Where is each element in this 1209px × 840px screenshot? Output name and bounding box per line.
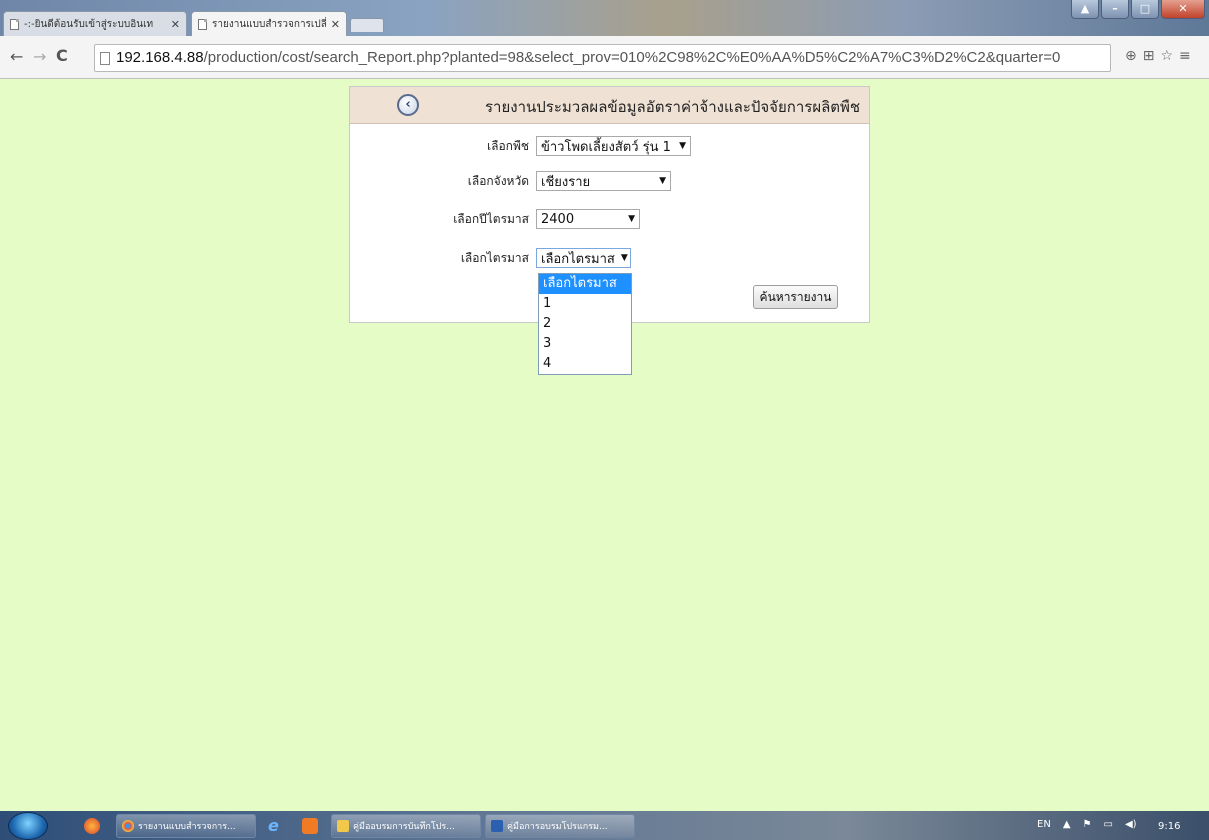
dropdown-arrow-icon: ▼ <box>620 253 628 263</box>
year-select[interactable]: 2400 ▼ <box>536 209 640 229</box>
dropdown-option[interactable]: 4 <box>539 354 631 374</box>
close-icon[interactable]: ✕ <box>331 18 340 31</box>
flag-icon[interactable]: ⚑ <box>1083 819 1092 830</box>
plant-select[interactable]: ข้าวโพดเลี้ยงสัตว์ รุ่น 1 ▼ <box>536 136 691 156</box>
taskbar-item-folder[interactable]: คู่มืออบรมการบันทึกโปร... <box>331 814 481 838</box>
quarter-select[interactable]: เลือกไตรมาส ▼ <box>536 248 631 268</box>
menu-icon[interactable]: ≡ <box>1179 48 1191 64</box>
chrome-icon <box>122 820 134 832</box>
quarter-label: เลือกไตรมาส <box>460 250 529 265</box>
new-tab-button[interactable] <box>350 18 384 32</box>
province-label: เลือกจังหวัด <box>467 173 529 188</box>
address-url[interactable]: 192.168.4.88/production/cost/search_Repo… <box>116 49 1060 66</box>
taskbar-item-word[interactable]: คู่มือการอบรมโปรแกรม... <box>485 814 635 838</box>
dropdown-option[interactable]: 1 <box>539 294 631 314</box>
firefox-icon[interactable] <box>84 818 100 834</box>
dropdown-arrow-icon: ▼ <box>659 176 666 186</box>
year-row: เลือกปีไตรมาส 2400 ▼ <box>449 209 640 229</box>
maximize-button[interactable]: □ <box>1131 0 1159 19</box>
media-player-icon[interactable] <box>302 818 318 834</box>
word-icon <box>491 820 503 832</box>
search-report-button[interactable]: ค้นหารายงาน <box>753 285 838 309</box>
reload-icon[interactable]: C <box>56 46 68 65</box>
plant-row: เลือกพืช ข้าวโพดเลี้ยงสัตว์ รุ่น 1 ▼ <box>449 136 691 156</box>
quarter-select-value: เลือกไตรมาส <box>541 251 615 267</box>
dropdown-option[interactable]: เลือกไตรมาส <box>539 274 631 294</box>
url-path: /production/cost/search_Report.php?plant… <box>203 49 1061 66</box>
back-circle-icon[interactable]: ‹ <box>397 94 419 116</box>
taskbar-item-chrome[interactable]: รายงานแบบสำรวจการ... <box>116 814 256 838</box>
page-icon <box>10 18 19 30</box>
clock[interactable]: 9:16 <box>1158 821 1180 832</box>
zoom-icon[interactable]: ⊕ <box>1125 48 1137 64</box>
dropdown-arrow-icon: ▼ <box>628 214 635 224</box>
volume-icon[interactable]: ◀) <box>1125 819 1137 830</box>
chevron-up-icon[interactable]: ▲ <box>1063 819 1071 830</box>
tab-title: รายงานแบบสำรวจการเปลี่ยนแ <box>212 19 326 30</box>
system-tray: EN ▲ ⚑ ▭ ◀) <box>1037 819 1137 830</box>
dropdown-option[interactable]: 2 <box>539 314 631 334</box>
dropdown-arrow-icon: ▼ <box>679 141 686 151</box>
forward-arrow-icon[interactable]: → <box>33 47 46 66</box>
browser-right-tools: ⊕ ⊞ ☆ ≡ <box>1125 48 1191 64</box>
tab-welcome[interactable]: -:-ยินดีต้อนรับเข้าสู่ระบบอินเท ✕ <box>3 11 187 36</box>
close-icon[interactable]: ✕ <box>171 18 180 31</box>
window-controls: ▲ – □ ✕ <box>1071 0 1205 19</box>
taskbar-item-label: คู่มือการอบรมโปรแกรม... <box>507 822 608 832</box>
start-button[interactable] <box>8 812 48 840</box>
translate-icon[interactable]: ⊞ <box>1143 48 1155 64</box>
network-icon[interactable]: ▭ <box>1103 819 1112 830</box>
year-select-value: 2400 <box>541 211 575 227</box>
page-title: รายงานประมวลผลข้อมูลอัตราค่าจ้างและปัจจั… <box>485 98 861 116</box>
tab-title: -:-ยินดีต้อนรับเข้าสู่ระบบอินเท <box>24 18 154 30</box>
province-select-value: เชียงราย <box>541 174 591 190</box>
close-window-button[interactable]: ✕ <box>1161 0 1205 19</box>
ie-icon[interactable]: e <box>268 818 284 834</box>
panel-header: ‹ รายงานประมวลผลข้อมูลอัตราค่าจ้างและปัจ… <box>350 87 869 124</box>
star-icon[interactable]: ☆ <box>1160 48 1173 64</box>
folder-icon <box>337 820 349 832</box>
quarter-row: เลือกไตรมาส เลือกไตรมาส ▼ <box>449 248 631 268</box>
language-indicator[interactable]: EN <box>1037 819 1051 830</box>
user-icon[interactable]: ▲ <box>1071 0 1099 19</box>
plant-select-value: ข้าวโพดเลี้ยงสัตว์ รุ่น 1 <box>541 139 671 155</box>
taskbar-item-label: รายงานแบบสำรวจการ... <box>138 822 236 832</box>
url-host: 192.168.4.88 <box>116 49 204 66</box>
dropdown-option[interactable]: 3 <box>539 334 631 354</box>
province-select[interactable]: เชียงราย ▼ <box>536 171 671 191</box>
page-icon <box>100 52 110 65</box>
quarter-dropdown-list: เลือกไตรมาส 1 2 3 4 <box>538 273 632 375</box>
province-row: เลือกจังหวัด เชียงราย ▼ <box>449 171 671 191</box>
tab-report[interactable]: รายงานแบบสำรวจการเปลี่ยนแ ✕ <box>191 11 347 37</box>
minimize-button[interactable]: – <box>1101 0 1129 19</box>
back-arrow-icon[interactable]: ← <box>10 47 23 66</box>
year-label: เลือกปีไตรมาส <box>453 211 529 226</box>
taskbar-item-label: คู่มืออบรมการบันทึกโปร... <box>353 822 455 832</box>
page-icon <box>198 19 207 30</box>
plant-label: เลือกพืช <box>487 138 529 153</box>
